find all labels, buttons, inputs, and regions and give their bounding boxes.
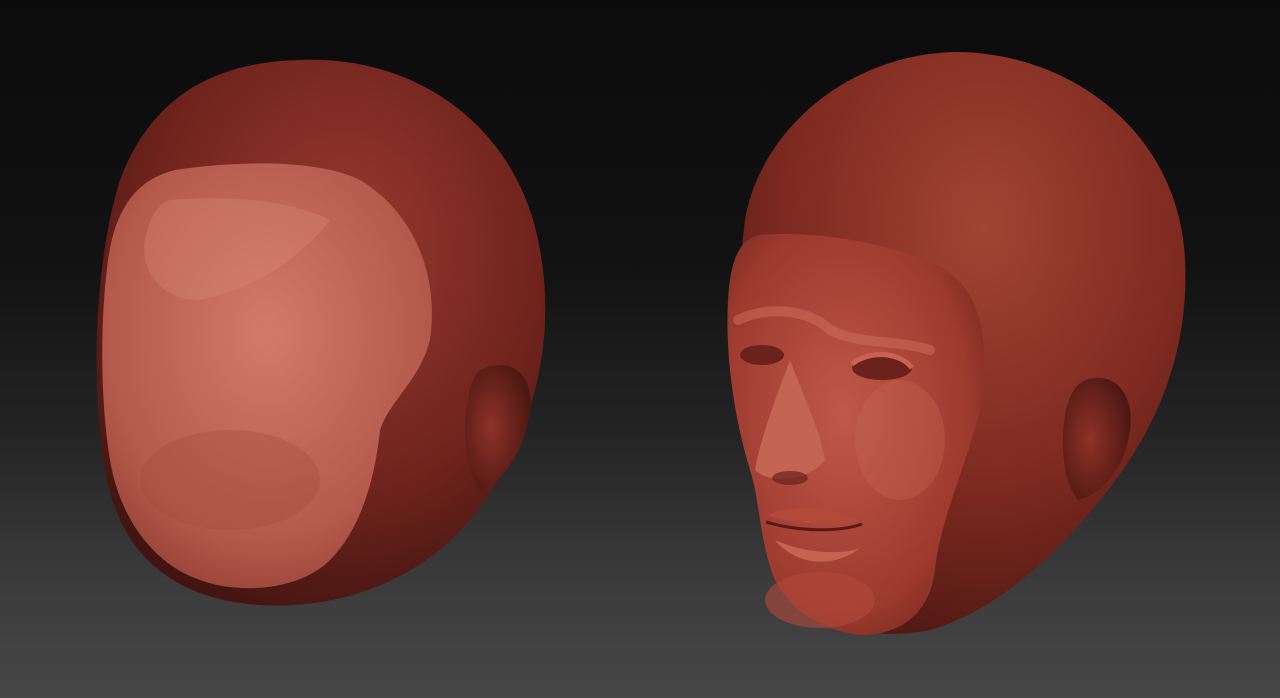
- sculpt-scene: [96, 52, 1186, 635]
- head-right-model[interactable]: [727, 52, 1186, 635]
- head-left-jaw-shadow: [140, 430, 320, 530]
- head-right-chin: [765, 572, 875, 628]
- head-right-eye-left: [740, 345, 784, 365]
- zbrush-viewport[interactable]: [0, 0, 1280, 698]
- head-left-ear: [465, 364, 531, 490]
- head-right-cheek-highlight: [855, 380, 945, 500]
- head-left-model[interactable]: [96, 59, 546, 606]
- head-right-ear: [1062, 377, 1131, 500]
- head-right-nostril: [772, 471, 808, 485]
